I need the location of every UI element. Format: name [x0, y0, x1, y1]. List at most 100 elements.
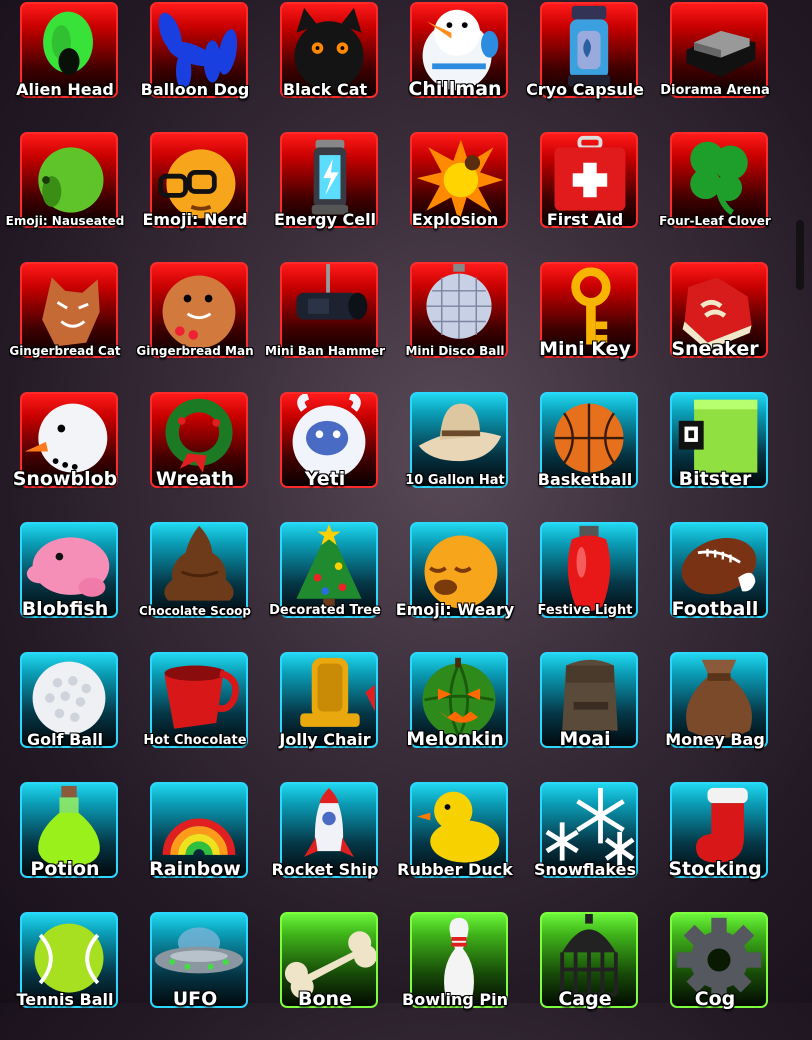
item-slot-gingerbread-man[interactable]: Gingerbread Man	[130, 260, 260, 390]
item-slot-festive-light[interactable]: Festive Light	[520, 520, 650, 650]
item-slot-mini-key[interactable]: Mini Key	[520, 260, 650, 390]
chocolate-scoop-icon	[164, 525, 234, 601]
item-slot-cage[interactable]: Cage	[520, 910, 650, 1040]
item-label: Tennis Ball	[16, 990, 114, 1009]
item-slot-yeti[interactable]: Yeti	[260, 390, 390, 520]
item-label: Chocolate Scoop	[138, 604, 252, 618]
item-label: Bowling Pin	[402, 990, 508, 1009]
item-label: Hot Chocolate	[143, 733, 247, 748]
item-slot-potion[interactable]: Potion	[0, 780, 130, 910]
item-slot-mini-disco-ball[interactable]: Mini Disco Ball	[390, 260, 520, 390]
ban-hammer-icon	[296, 264, 368, 320]
item-label: Wreath	[155, 468, 235, 490]
item-label: Football	[671, 598, 759, 620]
item-label: 10 Gallon Hat	[405, 473, 505, 488]
item-slot-rubber-duck[interactable]: Rubber Duck	[390, 780, 520, 910]
item-slot-moai[interactable]: Moai	[520, 650, 650, 780]
item-label: Chillman	[408, 78, 502, 100]
item-label: Melonkin	[406, 728, 504, 750]
scrollbar[interactable]	[796, 220, 804, 290]
item-slot-stocking[interactable]: Stocking	[650, 780, 780, 910]
item-slot-energy-cell[interactable]: Energy Cell	[260, 130, 390, 260]
item-slot-emoji-nerd[interactable]: Emoji: Nerd	[130, 130, 260, 260]
item-slot-rainbow[interactable]: Rainbow	[130, 780, 260, 910]
item-slot-money-bag[interactable]: Money Bag	[650, 650, 780, 780]
inventory-grid: Alien Head Balloon Dog Black Cat Chillman Cr…	[0, 0, 812, 1010]
item-slot-golf-ball[interactable]: Golf Ball	[0, 650, 130, 780]
item-label: Snowflakes	[534, 860, 636, 879]
gingerbread-man-icon	[162, 275, 236, 349]
item-label: Money Bag	[665, 730, 765, 749]
item-slot-balloon-dog[interactable]: Balloon Dog	[130, 0, 260, 130]
item-slot-decorated-tree[interactable]: Decorated Tree	[260, 520, 390, 650]
item-slot-sneaker[interactable]: Sneaker	[650, 260, 780, 390]
item-label: Four-Leaf Clover	[659, 214, 771, 228]
item-slot-explosion[interactable]: Explosion	[390, 130, 520, 260]
item-label: Gingerbread Man	[136, 344, 254, 358]
item-slot-alien-head[interactable]: Alien Head	[0, 0, 130, 130]
item-slot-jolly-chair[interactable]: Jolly Chair	[260, 650, 390, 780]
item-slot-ufo[interactable]: UFO	[130, 910, 260, 1040]
item-slot-bone[interactable]: Bone	[260, 910, 390, 1040]
item-slot-football[interactable]: Football	[650, 520, 780, 650]
item-label: Jolly Chair	[279, 730, 371, 749]
item-slot-10-gallon-hat[interactable]: 10 Gallon Hat	[390, 390, 520, 520]
item-label: Golf Ball	[26, 730, 104, 749]
item-label: Cryo Capsule	[526, 80, 644, 99]
item-slot-rocket-ship[interactable]: Rocket Ship	[260, 780, 390, 910]
item-label: First Aid	[546, 210, 624, 229]
item-slot-black-cat[interactable]: Black Cat	[260, 0, 390, 130]
item-slot-four-leaf-clover[interactable]: Four-Leaf Clover	[650, 130, 780, 260]
item-slot-chocolate-scoop[interactable]: Chocolate Scoop	[130, 520, 260, 650]
item-slot-emoji-nauseated[interactable]: Emoji: Nauseated	[0, 130, 130, 260]
item-slot-snowblob[interactable]: Snowblob	[0, 390, 130, 520]
item-label: Snowblob	[12, 468, 118, 490]
item-slot-gingerbread-cat[interactable]: Gingerbread Cat	[0, 260, 130, 390]
item-label: Explosion	[411, 210, 499, 229]
item-slot-blobfish[interactable]: Blobfish	[0, 520, 130, 650]
item-slot-mini-ban-hammer[interactable]: Mini Ban Hammer	[260, 260, 390, 390]
item-label: Cage	[558, 988, 612, 1010]
item-label: Emoji: Nerd	[142, 210, 248, 229]
item-slot-bitster[interactable]: Bitster	[650, 390, 780, 520]
item-label: Balloon Dog	[140, 80, 250, 99]
item-label: Alien Head	[16, 80, 114, 99]
item-slot-cog[interactable]: Cog	[650, 910, 780, 1040]
item-slot-snowflakes[interactable]: Snowflakes	[520, 780, 650, 910]
emoji-nauseated-icon	[38, 147, 104, 213]
item-label: Moai	[559, 728, 611, 750]
item-label: Sneaker	[671, 338, 759, 360]
item-label: Rubber Duck	[397, 860, 513, 879]
item-slot-basketball[interactable]: Basketball	[520, 390, 650, 520]
item-label: Potion	[30, 858, 100, 880]
item-label: Emoji: Weary	[395, 600, 515, 619]
item-label: Festive Light	[537, 603, 633, 618]
disco-ball-icon	[426, 264, 492, 339]
item-label: Mini Key	[539, 338, 631, 360]
item-label: Mini Ban Hammer	[264, 344, 386, 358]
item-slot-wreath[interactable]: Wreath	[130, 390, 260, 520]
item-label: Diorama Arena	[660, 83, 770, 98]
item-slot-diorama-arena[interactable]: Diorama Arena	[650, 0, 780, 130]
item-slot-emoji-weary[interactable]: Emoji: Weary	[390, 520, 520, 650]
item-label: Emoji: Nauseated	[5, 214, 125, 228]
item-slot-tennis-ball[interactable]: Tennis Ball	[0, 910, 130, 1040]
item-label: Gingerbread Cat	[9, 344, 121, 358]
item-slot-hot-chocolate[interactable]: Hot Chocolate	[130, 650, 260, 780]
four-leaf-clover-icon	[690, 141, 748, 216]
item-slot-cryo-capsule[interactable]: Cryo Capsule	[520, 0, 650, 130]
item-label: Energy Cell	[273, 210, 377, 229]
item-label: Rainbow	[149, 858, 241, 880]
item-label: Blobfish	[21, 598, 109, 620]
item-label: Rocket Ship	[271, 860, 379, 879]
item-slot-melonkin[interactable]: Melonkin	[390, 650, 520, 780]
item-label: Mini Disco Ball	[405, 344, 505, 358]
item-label: UFO	[172, 988, 218, 1010]
item-label: Basketball	[537, 470, 633, 489]
item-label: Bone	[298, 988, 352, 1010]
item-label: Bitster	[678, 468, 752, 490]
item-slot-bowling-pin[interactable]: Bowling Pin	[390, 910, 520, 1040]
item-slot-chillman[interactable]: Chillman	[390, 0, 520, 130]
item-slot-first-aid[interactable]: First Aid	[520, 130, 650, 260]
item-label: Stocking	[668, 858, 762, 880]
